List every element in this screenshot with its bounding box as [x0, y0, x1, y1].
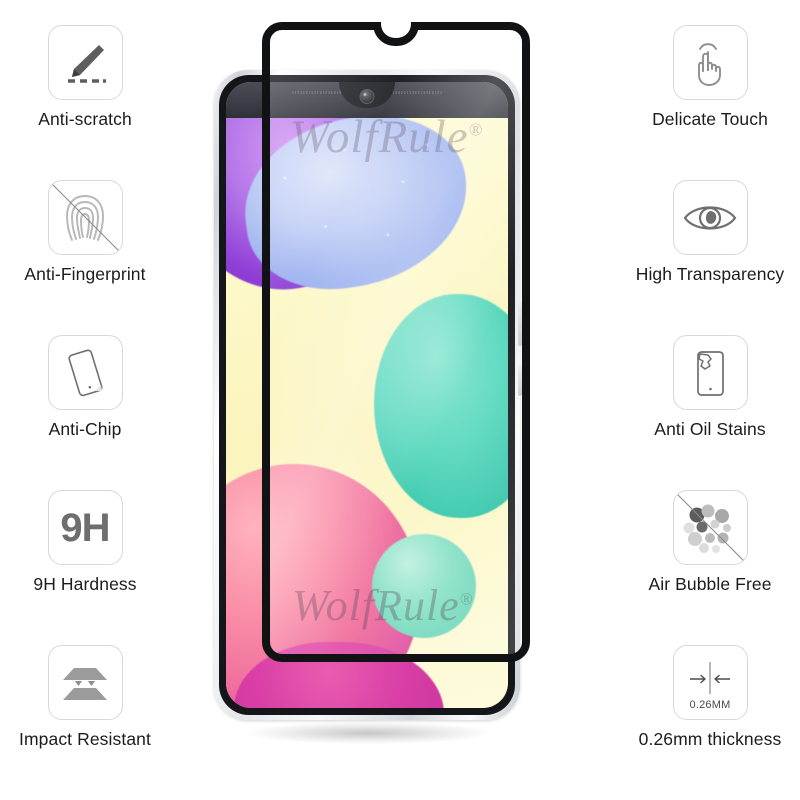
wallpaper-blob-teal	[374, 294, 508, 518]
wallpaper-blob-mint	[372, 534, 476, 638]
feature-label: 0.26mm thickness	[638, 729, 782, 749]
feature-label: Air Bubble Free	[648, 574, 772, 594]
phone-with-screen-protector: WolfRule® WolfRule®	[196, 22, 536, 762]
feature-column-left: Anti-scratch Anti-Fingerprint Anti-Chip …	[0, 0, 170, 800]
feature-column-right: Delicate Touch High Transparency Anti Oi…	[620, 0, 800, 800]
feature-9h-hardness: 9H 9H Hardness	[0, 465, 170, 620]
tilted-phone-icon	[47, 335, 123, 410]
phone-oil-stain-icon	[672, 335, 748, 410]
phone-drop-shadow	[246, 722, 491, 744]
feature-label: Anti Oil Stains	[654, 419, 766, 439]
feature-air-bubble-free: Air Bubble Free	[620, 465, 800, 620]
thickness-arrows-icon: 0.26MM	[672, 645, 748, 720]
eye-icon	[672, 180, 748, 255]
thickness-value-text: 0.26MM	[689, 698, 731, 711]
phone-body	[214, 70, 522, 720]
feature-label: 9H Hardness	[33, 574, 137, 594]
slash-line	[49, 181, 121, 254]
layered-plates-icon	[47, 645, 123, 720]
front-camera	[359, 89, 375, 104]
feature-anti-fingerprint: Anti-Fingerprint	[0, 155, 170, 310]
phone-top-bar	[226, 82, 508, 118]
feature-label: Anti-Fingerprint	[24, 264, 146, 284]
glass-notch-cutout	[373, 22, 419, 46]
bubbles-slash-icon	[672, 490, 748, 565]
feature-impact-resistant: Impact Resistant	[0, 620, 170, 775]
feature-label: High Transparency	[635, 264, 785, 284]
pencil-scratch-icon	[47, 25, 123, 100]
power-button[interactable]	[518, 366, 522, 396]
feature-label: Impact Resistant	[19, 729, 151, 749]
fingerprint-slash-icon	[47, 180, 123, 255]
feature-label: Anti-Chip	[48, 419, 122, 439]
phone-bezel	[219, 75, 515, 715]
feature-high-transparency: High Transparency	[620, 155, 800, 310]
volume-button[interactable]	[518, 302, 522, 346]
feature-thickness: 0.26MM 0.26mm thickness	[620, 620, 800, 775]
nine-h-text: 9H	[60, 505, 110, 550]
product-feature-graphic: Anti-scratch Anti-Fingerprint Anti-Chip …	[0, 0, 800, 800]
feature-delicate-touch: Delicate Touch	[620, 0, 800, 155]
feature-label: Anti-scratch	[38, 109, 132, 129]
feature-anti-oil-stains: Anti Oil Stains	[620, 310, 800, 465]
feature-label: Delicate Touch	[652, 109, 768, 129]
nine-h-icon: 9H	[47, 490, 123, 565]
feature-anti-scratch: Anti-scratch	[0, 0, 170, 155]
feature-anti-chip: Anti-Chip	[0, 310, 170, 465]
tap-hand-icon	[672, 25, 748, 100]
phone-screen	[226, 82, 508, 708]
slash-line	[674, 491, 746, 564]
